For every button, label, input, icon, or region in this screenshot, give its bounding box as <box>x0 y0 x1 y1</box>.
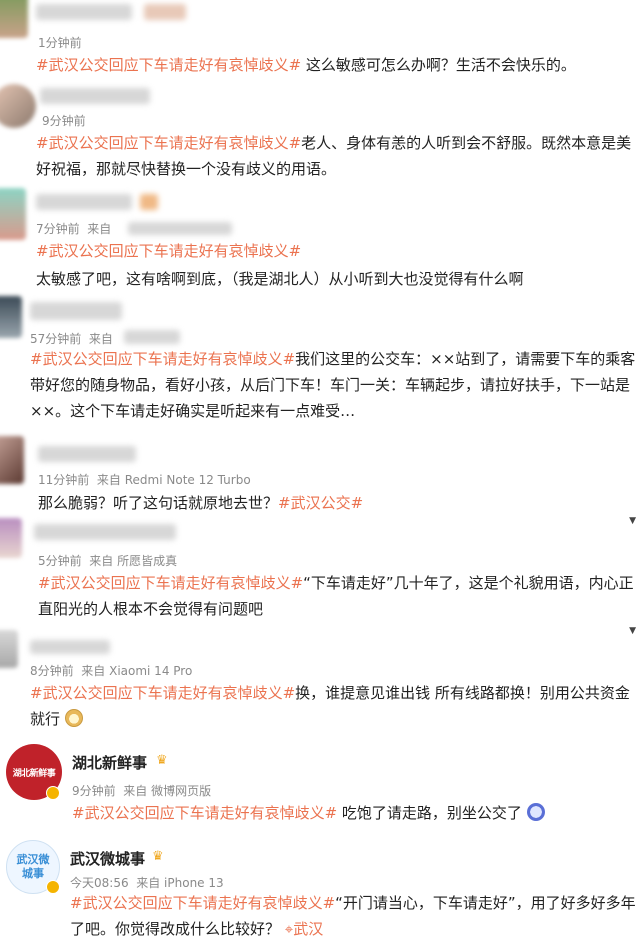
comment-time: 5分钟前 来自 所愿皆成真 <box>38 554 178 568</box>
device-blurred <box>124 330 180 344</box>
username-blurred[interactable] <box>36 194 132 210</box>
hashtag-link[interactable]: #武汉公交回应下车请走好有哀悼歧义# <box>38 574 303 592</box>
comment-item: 9分钟前 #武汉公交回应下车请走好有哀悼歧义#老人、身体有恙的人听到会不舒服。既… <box>0 82 640 190</box>
verified-badge-icon <box>46 880 60 894</box>
badge-blurred <box>144 4 186 20</box>
username-blurred[interactable] <box>40 88 150 104</box>
username-blurred[interactable] <box>30 640 110 654</box>
comment-time: 9分钟前 来自 微博网页版 <box>72 784 212 798</box>
dog-emoji-icon <box>64 709 83 727</box>
comment-time: 1分钟前 <box>38 36 82 50</box>
comment-text: #武汉公交回应下车请走好有哀悼歧义#“下车请走好”几十年了，这是个礼貌用语，内心… <box>38 574 634 618</box>
avatar[interactable] <box>0 436 24 484</box>
username[interactable]: 武汉微城事 <box>70 848 145 869</box>
hashtag-link[interactable]: #武汉公交回应下车请走好有哀悼歧义# <box>30 350 295 368</box>
hashtag-link[interactable]: #武汉公交回应下车请走好有哀悼歧义# <box>36 56 301 74</box>
hashtag-link[interactable]: #武汉公交回应下车请走好有哀悼歧义# <box>70 894 335 912</box>
avatar[interactable] <box>0 188 26 240</box>
crown-badge-icon: ♛ <box>156 753 168 768</box>
comment-text: #武汉公交回应下车请走好有哀悼歧义# <box>36 238 636 264</box>
avatar[interactable] <box>0 0 28 38</box>
device-blurred <box>128 222 232 235</box>
comment-text: #武汉公交回应下车请走好有哀悼歧义# 吃饱了请走路，别坐公交了 <box>72 800 636 826</box>
avatar[interactable] <box>0 518 22 558</box>
avatar[interactable] <box>0 296 22 338</box>
username[interactable]: 湖北新鲜事 <box>72 752 147 773</box>
comment-item: ▼ 5分钟前 来自 所愿皆成真 #武汉公交回应下车请走好有哀悼歧义#“下车请走好… <box>0 516 640 636</box>
comment-time: 9分钟前 <box>42 114 86 128</box>
hashtag-link[interactable]: #武汉公交回应下车请走好有哀悼歧义# <box>72 804 337 822</box>
username-blurred[interactable] <box>38 446 136 462</box>
crown-badge-icon: ♛ <box>152 849 164 864</box>
comment-item: 7分钟前 来自 #武汉公交回应下车请走好有哀悼歧义# 太敏感了吧，这有啥啊到底，… <box>0 186 640 296</box>
comment-item: 11分钟前 来自 Redmi Note 12 Turbo 那么脆弱？听了这句话就… <box>0 436 640 516</box>
hashtag-link[interactable]: #武汉公交回应下车请走好有哀悼歧义# <box>36 242 301 260</box>
username-blurred[interactable] <box>30 302 122 320</box>
comment-item: 1分钟前 #武汉公交回应下车请走好有哀悼歧义# 这么敏感可怎么办啊？生活不会快乐… <box>0 0 640 80</box>
comment-time: 今天08:56 来自 iPhone 13 <box>70 876 224 890</box>
hashtag-link[interactable]: #武汉公交# <box>278 494 363 512</box>
comment-text-body: 太敏感了吧，这有啥啊到底，（我是湖北人）从小听到大也没觉得有什么啊 <box>36 270 524 288</box>
comment-time: 7分钟前 来自 <box>36 222 112 236</box>
comment-item: 8分钟前 来自 Xiaomi 14 Pro #武汉公交回应下车请走好有哀悼歧义#… <box>0 630 640 742</box>
chevron-down-icon[interactable]: ▼ <box>629 516 636 526</box>
comment-text: #武汉公交回应下车请走好有哀悼歧义#“开门请当心，下车请走好”，用了好多好多年了… <box>70 894 636 938</box>
comment-time: 57分钟前 来自 <box>30 332 113 346</box>
comment-item: 湖北新鲜事 湖北新鲜事 ♛ 9分钟前 来自 微博网页版 #武汉公交回应下车请走好… <box>0 744 640 836</box>
location-pin-icon: ⌖ <box>284 920 294 938</box>
comment-text: #武汉公交回应下车请走好有哀悼歧义#老人、身体有恙的人听到会不舒服。既然本意是美… <box>36 134 632 178</box>
panic-emoji-icon <box>526 803 545 821</box>
username-blurred[interactable] <box>34 524 176 540</box>
comment-text: 那么脆弱？听了这句话就原地去世？#武汉公交# <box>38 494 364 512</box>
avatar[interactable] <box>0 630 18 668</box>
comment-text: #武汉公交回应下车请走好有哀悼歧义#我们这里的公交车：××站到了，请需要下车的乘… <box>30 350 636 420</box>
comment-time: 11分钟前 来自 Redmi Note 12 Turbo <box>38 473 251 487</box>
comment-time: 8分钟前 来自 Xiaomi 14 Pro <box>30 664 193 678</box>
comment-text: #武汉公交回应下车请走好有哀悼歧义# 这么敏感可怎么办啊？生活不会快乐的。 <box>36 56 576 74</box>
location-link[interactable]: ⌖武汉 <box>285 920 323 938</box>
avatar-label: 湖北新鲜事 <box>12 768 56 779</box>
avatar[interactable] <box>0 84 36 128</box>
avatar-label: 武汉微城事 <box>16 853 50 880</box>
verified-badge-icon <box>46 786 60 800</box>
hashtag-link[interactable]: #武汉公交回应下车请走好有哀悼歧义# <box>36 134 301 152</box>
comment-item: 57分钟前 来自 #武汉公交回应下车请走好有哀悼歧义#我们这里的公交车：××站到… <box>0 296 640 436</box>
hashtag-link[interactable]: #武汉公交回应下车请走好有哀悼歧义# <box>30 684 295 702</box>
username-blurred[interactable] <box>36 4 132 20</box>
comment-item: 武汉微城事 武汉微城事 ♛ 今天08:56 来自 iPhone 13 #武汉公交… <box>0 836 640 942</box>
comment-text: #武汉公交回应下车请走好有哀悼歧义#换，谁提意见谁出钱 所有线路都换！别用公共资… <box>30 684 630 728</box>
badge-blurred <box>140 194 158 210</box>
